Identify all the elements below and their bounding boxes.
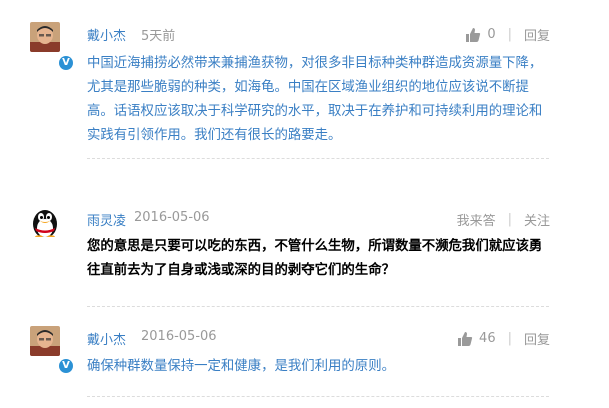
reply-button[interactable]: 回复 (524, 329, 550, 348)
separator: | (507, 212, 512, 227)
comment-divider (87, 158, 549, 159)
reply-button[interactable]: 回复 (524, 25, 550, 44)
verified-v-icon: V (59, 359, 73, 373)
author-name[interactable]: 戴小杰 (87, 25, 126, 44)
comment-divider (87, 306, 549, 307)
comment-time: 2016-05-06 (134, 210, 210, 225)
comment-actions: 46 | 回复 (457, 329, 550, 348)
comment-actions: 我来答 | 关注 (457, 210, 550, 229)
thumbs-up-icon[interactable] (465, 27, 481, 43)
author-name[interactable]: 戴小杰 (87, 329, 126, 348)
qq-penguin-avatar[interactable] (30, 207, 60, 237)
separator: | (507, 331, 512, 346)
answer-button[interactable]: 我来答 (457, 210, 496, 229)
comment-time: 2016-05-06 (141, 329, 217, 344)
comment-divider (87, 396, 549, 397)
avatar[interactable] (30, 326, 60, 356)
thumbs-up-icon[interactable] (457, 331, 473, 347)
comment-body: 您的意思是只要可以吃的东西，不管什么生物，所谓数量不濒危我们就应该勇往直前去为了… (87, 239, 543, 278)
comment-body: 中国近海捕捞必然带来兼捕渔获物，对很多非目标种类种群造成资源量下降，尤其是那些脆… (87, 56, 543, 143)
author-name[interactable]: 雨灵凌 (87, 210, 126, 229)
like-count: 0 (487, 27, 496, 42)
comment-body: 确保种群数量保持一定和健康，是我们利用的原则。 (87, 359, 395, 374)
follow-button[interactable]: 关注 (524, 210, 550, 229)
comment-actions: 0 | 回复 (465, 25, 550, 44)
avatar[interactable] (30, 22, 60, 52)
like-count: 46 (479, 331, 496, 346)
verified-v-icon: V (59, 56, 73, 70)
comment-time: 5天前 (141, 29, 176, 44)
separator: | (507, 27, 512, 42)
